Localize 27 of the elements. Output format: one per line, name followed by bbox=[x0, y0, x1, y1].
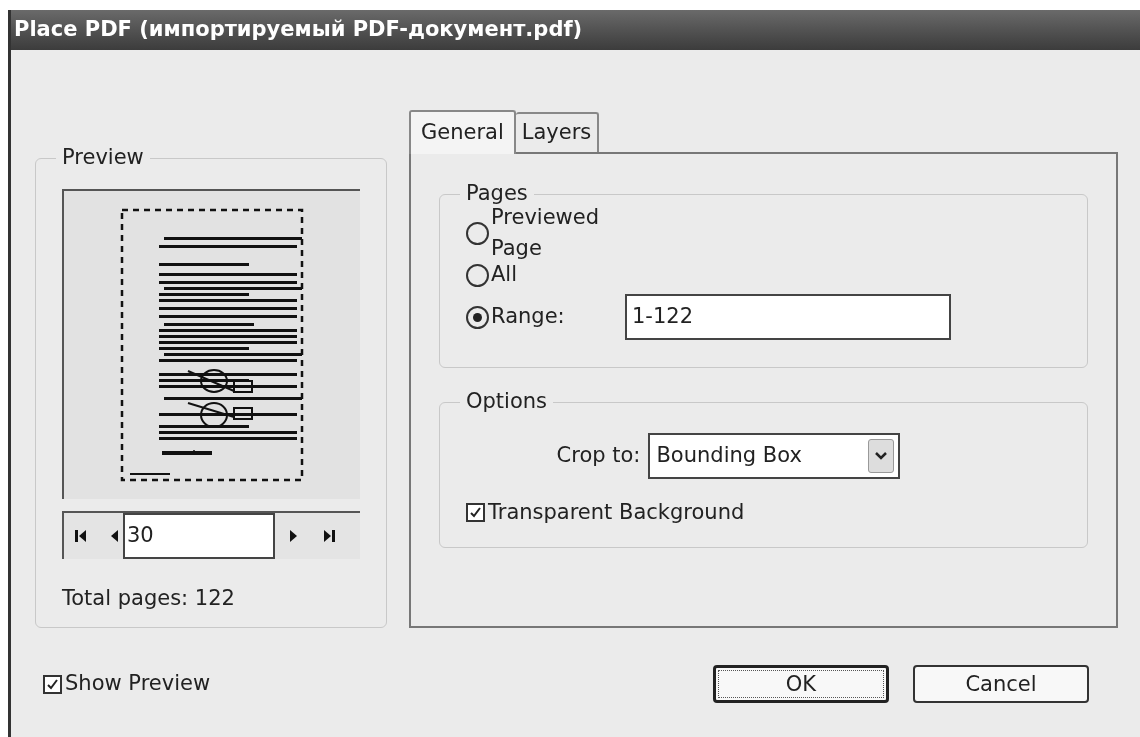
checkbox[interactable] bbox=[43, 674, 62, 694]
check-icon bbox=[469, 506, 482, 520]
crop-label: Crop to: bbox=[556, 442, 641, 470]
check-icon bbox=[46, 677, 59, 691]
last-page-icon[interactable] bbox=[322, 528, 336, 544]
checkbox-label: Show Preview bbox=[65, 670, 211, 698]
ok-button[interactable]: OK bbox=[713, 665, 889, 703]
radio-label: Range: bbox=[491, 303, 566, 331]
previous-page-icon[interactable] bbox=[110, 528, 119, 544]
page-number-field[interactable]: 30 bbox=[123, 513, 275, 559]
chevron-down-icon bbox=[868, 439, 895, 473]
checkbox-label: Transparent Background bbox=[488, 499, 745, 526]
tab[interactable]: General bbox=[409, 110, 516, 154]
first-page-icon[interactable] bbox=[74, 528, 88, 544]
cancel-button[interactable]: Cancel bbox=[913, 665, 1089, 703]
total-pages-text: Total pages: 122 bbox=[62, 586, 235, 610]
radio-button[interactable] bbox=[466, 305, 489, 329]
crop-dropdown[interactable]: Bounding Box bbox=[648, 433, 901, 479]
radio-button[interactable] bbox=[466, 263, 489, 287]
next-page-icon[interactable] bbox=[289, 528, 298, 544]
window-title: Place PDF (импортируемый PDF-документ.pdf) bbox=[14, 16, 583, 44]
radio-label: All bbox=[491, 261, 519, 289]
radio-button[interactable] bbox=[466, 221, 489, 245]
range-field[interactable]: 1-122 bbox=[625, 294, 951, 340]
tab[interactable]: Layers bbox=[515, 112, 600, 152]
checkbox[interactable] bbox=[466, 503, 485, 523]
radio-label: Previewed Page bbox=[491, 204, 600, 262]
